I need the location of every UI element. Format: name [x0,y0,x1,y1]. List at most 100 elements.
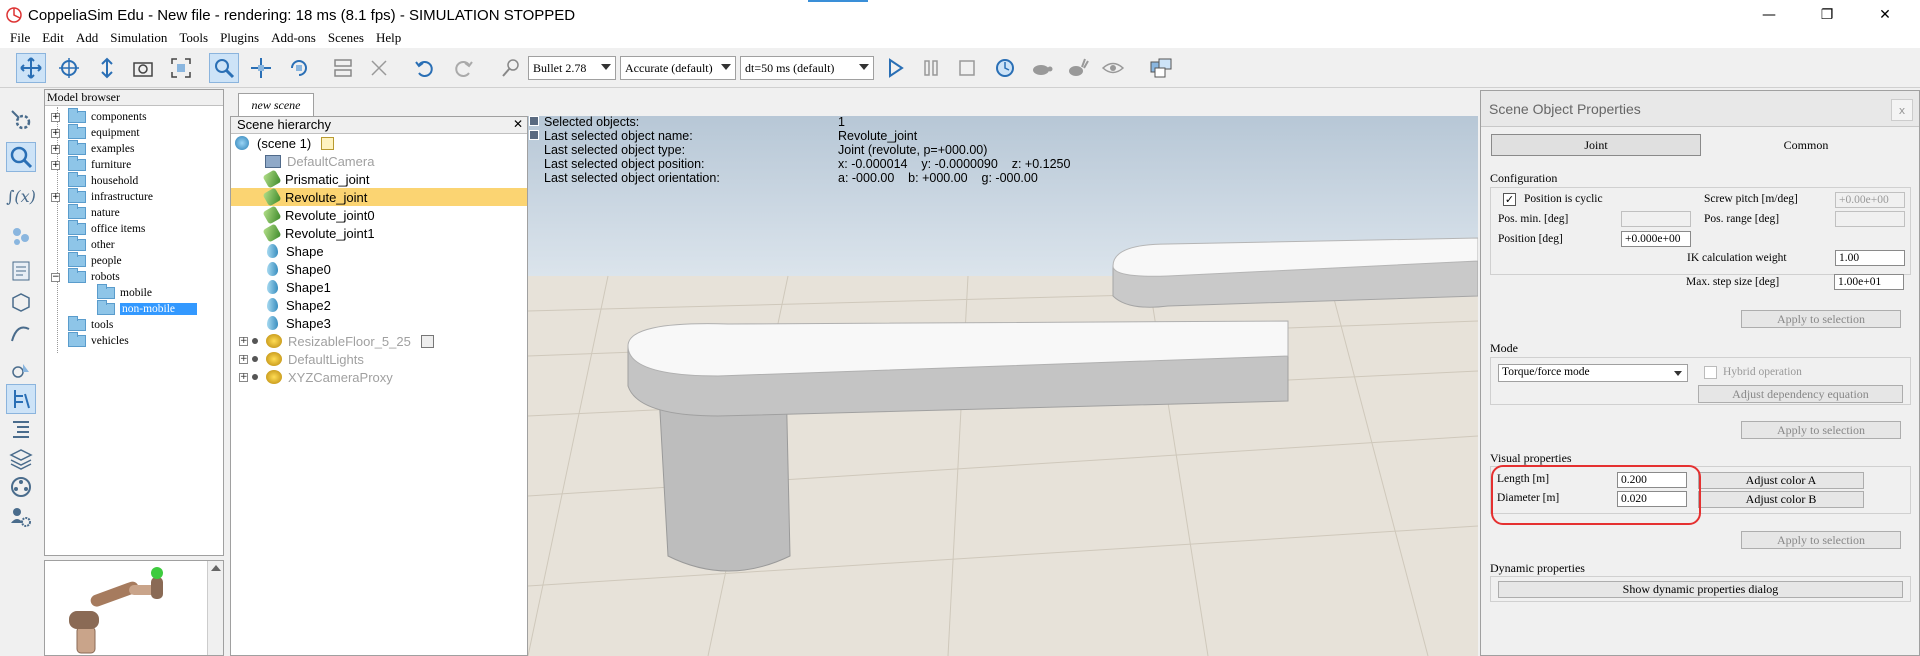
close-window-button[interactable]: ✕ [1862,0,1908,30]
fit-to-view-button[interactable] [166,53,196,83]
tree-item-non-mobile[interactable]: non-mobile [97,300,198,317]
timestep-select[interactable]: dt=50 ms (default) [740,56,874,80]
accuracy-select[interactable]: Accurate (default) [620,56,736,80]
pause-simulation-button[interactable] [916,53,946,83]
tree-item-nature[interactable]: nature [68,204,120,221]
collections-button[interactable] [6,221,36,251]
tab-joint[interactable]: Joint [1491,134,1701,156]
shape-edit-button[interactable] [6,287,36,317]
screw-pitch-input[interactable]: +0.00e+00 [1835,192,1905,208]
expand-icon[interactable]: + [51,144,60,154]
visualization-toggle-button[interactable] [1098,53,1128,83]
tree-item-vehicles[interactable]: vehicles [68,332,129,349]
page-selector-button[interactable] [1146,53,1176,83]
hierarchy-item-shape1[interactable]: Shape1 [231,278,527,296]
menu-simulation[interactable]: Simulation [110,30,167,46]
menu-scenes[interactable]: Scenes [328,30,364,46]
menu-addons[interactable]: Add-ons [271,30,316,46]
hierarchy-item-shape[interactable]: Shape [231,242,527,260]
calculation-modules-button[interactable]: ∫(x) [6,181,36,211]
tree-item-examples[interactable]: + examples [51,140,134,157]
expand-icon[interactable]: + [51,192,60,202]
apply-mode-button[interactable]: Apply to selection [1741,421,1901,439]
path-edit-button[interactable] [6,318,36,348]
tree-item-robots[interactable]: − robots [51,268,120,285]
apply-config-button[interactable]: Apply to selection [1741,310,1901,328]
camera-rotate-button[interactable] [54,53,84,83]
close-hierarchy-icon[interactable]: ✕ [513,117,523,131]
click-select-button[interactable] [209,53,239,83]
minimize-button[interactable]: — [1746,0,1792,30]
transfer-dna-button[interactable] [364,53,394,83]
tree-item-office-items[interactable]: office items [68,220,145,237]
tab-common[interactable]: Common [1701,134,1911,156]
camera-angle-button[interactable] [128,53,158,83]
adjust-dependency-button[interactable]: Adjust dependency equation [1698,385,1903,403]
hierarchy-item-revolute-joint1[interactable]: Revolute_joint1 [231,223,527,243]
video-recorder-button[interactable] [6,472,36,502]
speed-up-button[interactable] [1062,53,1092,83]
model-browser-toggle-button[interactable] [6,142,36,172]
expand-icon[interactable]: + [51,128,60,138]
expand-icon[interactable]: + [239,372,248,382]
hierarchy-item-shape3[interactable]: Shape3 [231,314,527,332]
menu-edit[interactable]: Edit [42,30,64,46]
adjust-color-a-button[interactable]: Adjust color A [1698,472,1864,489]
menu-tools[interactable]: Tools [179,30,208,46]
expand-icon[interactable]: + [51,112,60,122]
hierarchy-item-revolute-joint0[interactable]: Revolute_joint0 [231,205,527,225]
restore-button[interactable]: ❐ [1804,0,1850,30]
camera-pan-button[interactable] [16,53,46,83]
hierarchy-item-resizablefloor[interactable]: + ResizableFloor_5_25 [231,332,527,350]
tree-item-other[interactable]: other [68,236,115,253]
apply-visual-button[interactable]: Apply to selection [1741,531,1901,549]
hierarchy-item-shape2[interactable]: Shape2 [231,296,527,314]
scene-viewport[interactable]: Selected objects: Last selected object n… [528,116,1478,656]
physics-engine-select[interactable]: Bullet 2.78 [528,56,616,80]
hierarchy-item-xyzcameraproxy[interactable]: + XYZCameraProxy [231,368,527,386]
position-cyclic-checkbox[interactable]: ✓ [1503,193,1516,206]
info-toggle-icon[interactable] [529,130,539,140]
simulation-settings-button[interactable] [6,105,36,135]
hierarchy-item-scene[interactable]: (scene 1) [231,134,527,152]
show-dynamic-properties-button[interactable]: Show dynamic properties dialog [1498,581,1903,598]
selection-button[interactable] [6,355,36,385]
expand-icon[interactable]: + [239,354,248,364]
slow-down-button[interactable] [1026,53,1056,83]
start-simulation-button[interactable] [880,53,910,83]
scripts-button[interactable] [6,256,36,286]
camera-shift-button[interactable] [92,53,122,83]
realtime-button[interactable] [990,53,1020,83]
menu-plugins[interactable]: Plugins [220,30,259,46]
layers-button[interactable] [6,444,36,474]
expand-icon[interactable]: + [239,336,248,346]
undo-button[interactable] [410,53,440,83]
position-input[interactable]: +0.000e+00 [1621,231,1691,247]
assemble-button[interactable] [328,53,358,83]
object-rotate-button[interactable] [284,53,314,83]
tree-item-furniture[interactable]: + furniture [51,156,131,173]
tree-item-tools[interactable]: tools [68,316,113,333]
hierarchy-item-defaultlights[interactable]: + DefaultLights [231,350,527,368]
script-icon[interactable] [420,334,434,348]
tree-item-household[interactable]: household [68,172,138,189]
tree-item-components[interactable]: + components [51,108,147,125]
menu-help[interactable]: Help [376,30,401,46]
hierarchy-item-defaultcamera[interactable]: DefaultCamera [231,152,527,170]
hierarchy-item-revolute-joint[interactable]: Revolute_joint [231,187,527,207]
thumbnail-scrollbar[interactable] [207,561,223,655]
layers-list-button[interactable] [6,414,36,444]
hierarchy-item-shape0[interactable]: Shape0 [231,260,527,278]
scene-hierarchy-toggle-button[interactable] [6,384,36,414]
object-shift-button[interactable] [246,53,276,83]
stop-simulation-button[interactable] [952,53,982,83]
scene-script-icon[interactable] [321,136,335,150]
close-dialog-button[interactable]: x [1891,99,1913,121]
hierarchy-item-prismatic-joint[interactable]: Prismatic_joint [231,169,527,189]
tree-item-people[interactable]: people [68,252,122,269]
tab-new-scene[interactable]: new scene [238,93,314,117]
redo-button[interactable] [448,53,478,83]
tree-item-equipment[interactable]: + equipment [51,124,140,141]
menu-file[interactable]: File [10,30,30,46]
adjust-color-b-button[interactable]: Adjust color B [1698,491,1864,508]
